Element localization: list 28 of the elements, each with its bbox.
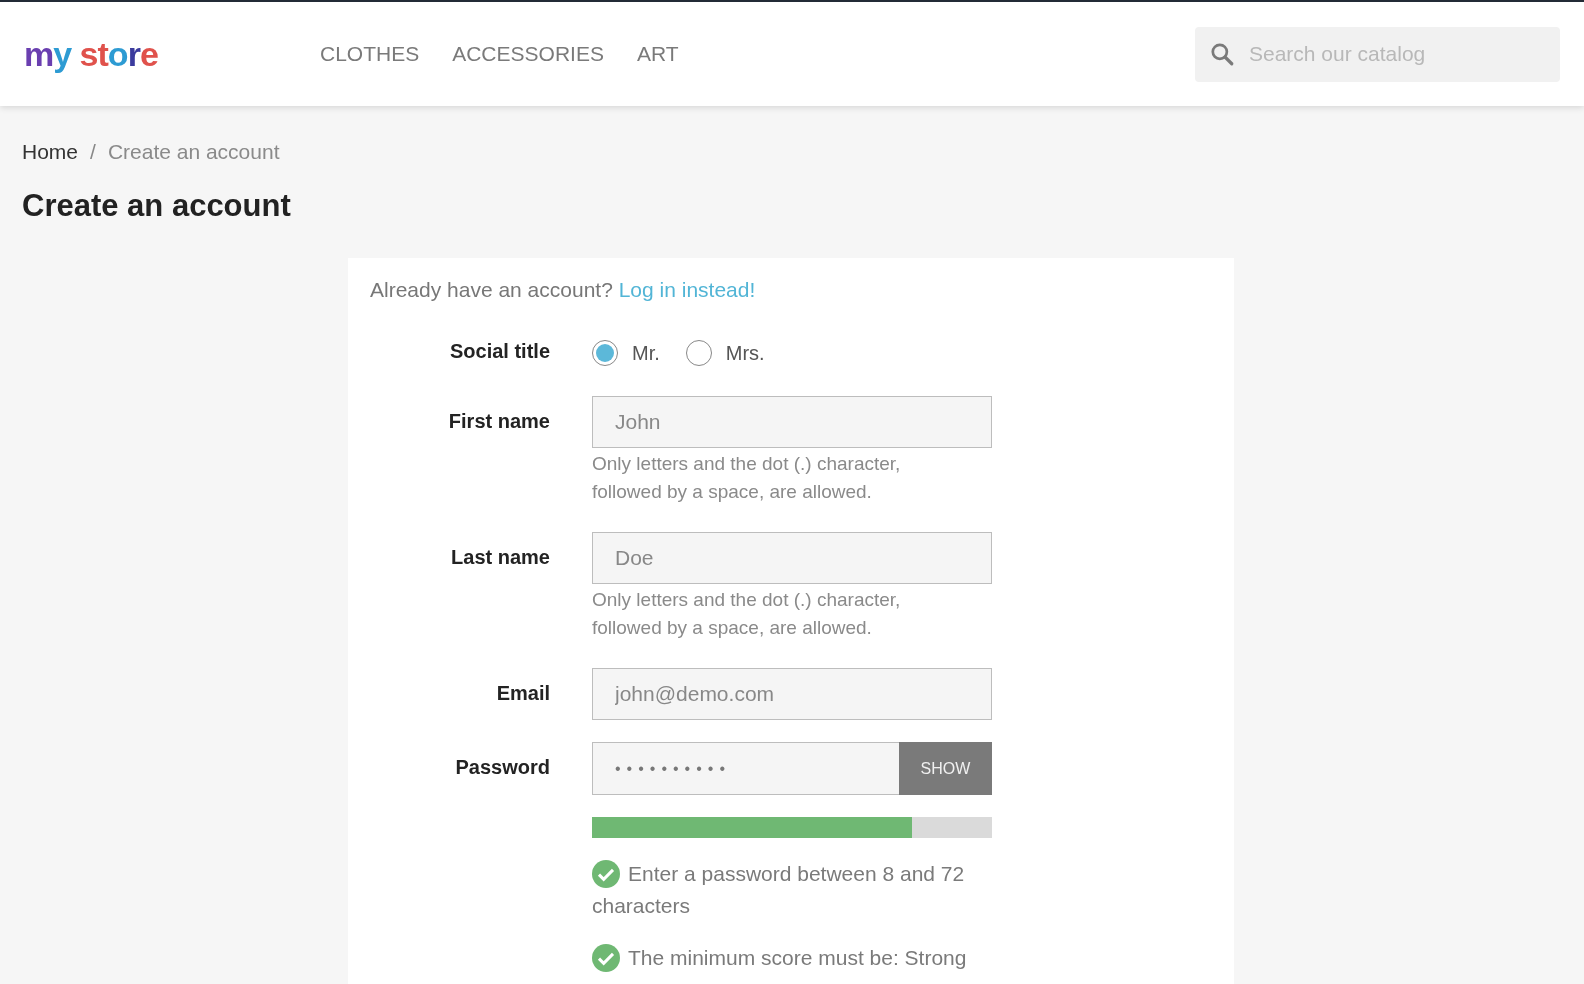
password-input[interactable]: •••••••••• bbox=[592, 742, 899, 795]
password-rule: Enter a password between 8 and 72 characters bbox=[592, 859, 966, 919]
field-hint: Only letters and the dot (.) character, followed by a space, are allowed. bbox=[592, 452, 902, 504]
text-input[interactable]: Doe bbox=[592, 532, 992, 584]
breadcrumb-separator: / bbox=[90, 140, 96, 164]
nav-link[interactable]: ART bbox=[636, 42, 679, 66]
search-field[interactable]: Search our catalog bbox=[1195, 26, 1560, 82]
store-logo[interactable]: my store bbox=[24, 34, 320, 74]
field-hint: Only letters and the dot (.) character, followed by a space, are allowed. bbox=[592, 588, 902, 640]
login-prompt: Already have an account? Log in instead! bbox=[370, 278, 757, 302]
nav-link[interactable]: CLOTHES bbox=[320, 42, 420, 66]
search-icon bbox=[1209, 40, 1235, 67]
password-rule: The minimum score must be: Strong bbox=[592, 942, 992, 974]
page-title: Create an account bbox=[22, 188, 292, 224]
show-button[interactable]: SHOW bbox=[899, 742, 992, 795]
text-input[interactable]: John bbox=[592, 396, 992, 448]
field-label: Last name bbox=[450, 545, 550, 570]
text-input[interactable]: john@demo.com bbox=[592, 668, 992, 720]
radio-label[interactable]: Mr. bbox=[632, 341, 660, 365]
field-label: First name bbox=[447, 409, 550, 434]
field-label: Email bbox=[495, 681, 550, 706]
field-label: Password bbox=[454, 755, 550, 780]
nav-link[interactable]: ACCESSORIES bbox=[452, 42, 604, 66]
login-link[interactable]: Log in instead! bbox=[618, 278, 756, 301]
breadcrumb-link[interactable]: Home bbox=[22, 140, 79, 164]
field-label: Social title bbox=[448, 339, 550, 364]
breadcrumb-link[interactable]: Create an account bbox=[107, 140, 280, 164]
radio-label[interactable]: Mrs. bbox=[725, 341, 765, 365]
